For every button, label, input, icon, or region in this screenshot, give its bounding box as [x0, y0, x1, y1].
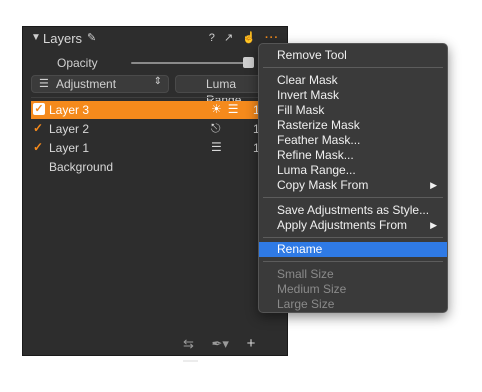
menu-item-small-size[interactable]: Small Size [259, 267, 447, 282]
pencil-icon[interactable]: ✎ [87, 31, 96, 44]
sliders-icon: ☰ [227, 102, 239, 116]
layers-panel: ▼ Layers ✎ ? ↗ ☝ ··· Opacity ☰ Adjustmen… [22, 26, 289, 369]
help-icon[interactable]: ? [209, 32, 215, 44]
swap-icon[interactable]: ⇆ [183, 336, 194, 351]
sun-icon: ☀ [211, 102, 222, 116]
menu-item-rename[interactable]: Rename [259, 242, 447, 257]
bottom-toolbar: ⇆ ✒▾ + — [183, 335, 287, 369]
layer-name: Layer 3 [49, 103, 90, 117]
layer-row[interactable]: ✓ Layer 1 ☰ 10 [31, 139, 283, 157]
menu-item-feather-mask[interactable]: Feather Mask... [259, 133, 447, 148]
layer-icons: ⎋ [211, 121, 227, 136]
layer-checkbox[interactable]: ✓ [33, 103, 45, 115]
menu-item-large-size[interactable]: Large Size [259, 297, 447, 312]
hand-icon[interactable]: ☝ [242, 32, 256, 44]
menu-item-save-adjustments[interactable]: Save Adjustments as Style... [259, 203, 447, 218]
divider [31, 97, 283, 98]
layer-row[interactable]: Background [31, 158, 283, 176]
panel-header: ▼ Layers ✎ ? ↗ ☝ ··· [23, 27, 287, 51]
menu-separator [263, 261, 443, 262]
layer-checkbox[interactable]: ✓ [33, 141, 45, 153]
opacity-slider-thumb[interactable] [243, 57, 254, 68]
menu-item-label: Copy Mask From [277, 178, 369, 192]
layer-icons: ☀ ☰ [211, 102, 245, 116]
submenu-arrow-icon: ▶ [430, 180, 437, 190]
menu-separator [263, 67, 443, 68]
updown-arrows-icon: ⇕ [153, 76, 162, 87]
layer-icons: ☰ [211, 140, 228, 154]
layer-name: Layer 2 [49, 122, 90, 136]
sliders-icon: ☰ [211, 140, 222, 154]
menu-separator [263, 237, 443, 238]
menu-item-rasterize-mask[interactable]: Rasterize Mask [259, 118, 447, 133]
panel-title: Layers [43, 31, 83, 46]
layer-name: Layer 1 [49, 141, 90, 155]
controls-row: ☰ Adjustment ⇕ Luma Range... [23, 75, 287, 107]
menu-item-invert-mask[interactable]: Invert Mask [259, 88, 447, 103]
menu-item-medium-size[interactable]: Medium Size [259, 282, 447, 297]
menu-item-luma-range[interactable]: Luma Range... [259, 163, 447, 178]
opacity-slider-track[interactable] [131, 62, 249, 64]
remove-layer-button[interactable]: — [183, 352, 198, 369]
submenu-arrow-icon: ▶ [430, 220, 437, 230]
sliders-icon: ☰ [39, 78, 49, 90]
menu-item-fill-mask[interactable]: Fill Mask [259, 103, 447, 118]
menu-item-label: Apply Adjustments From [277, 218, 408, 232]
menu-item-refine-mask[interactable]: Refine Mask... [259, 148, 447, 163]
context-menu: Remove Tool Clear Mask Invert Mask Fill … [258, 43, 448, 313]
layer-row[interactable]: ✓ Layer 3 ☀☰ 10 [31, 101, 283, 119]
opacity-row: Opacity [23, 54, 289, 72]
add-layer-button[interactable]: + [247, 335, 256, 352]
chevron-down-icon[interactable]: ▼ [31, 32, 41, 43]
adjustment-select[interactable]: ☰ Adjustment ⇕ [31, 75, 169, 93]
adjustment-select-label: Adjustment [56, 77, 117, 91]
stamp-icon: ⎋ [211, 121, 221, 135]
layer-checkbox[interactable]: ✓ [33, 122, 45, 134]
layer-row[interactable]: ✓ Layer 2 ⎋ 10 [31, 120, 283, 138]
menu-separator [263, 197, 443, 198]
menu-item-apply-adjustments[interactable]: Apply Adjustments From ▶ [259, 218, 447, 233]
opacity-label: Opacity [57, 56, 98, 70]
menu-item-clear-mask[interactable]: Clear Mask [259, 73, 447, 88]
menu-item-remove-tool[interactable]: Remove Tool [259, 48, 447, 63]
menu-item-copy-mask-from[interactable]: Copy Mask From ▶ [259, 178, 447, 193]
expand-icon[interactable]: ↗ [224, 32, 233, 44]
layer-name: Background [49, 160, 114, 174]
brush-icon[interactable]: ✒▾ [212, 336, 229, 351]
